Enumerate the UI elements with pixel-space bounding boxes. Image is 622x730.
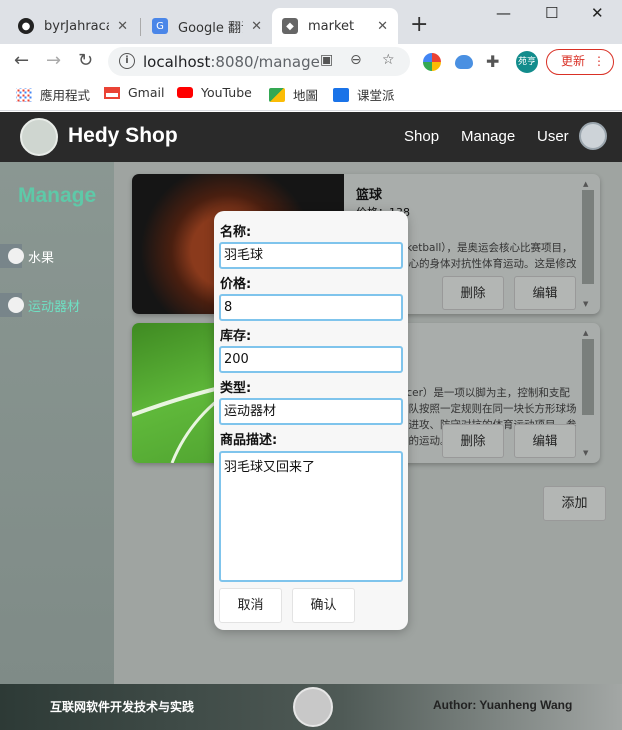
bookmark-gmail[interactable]: Gmail (104, 85, 164, 100)
product-name: 篮球 (356, 188, 383, 203)
google-translate-icon: G (152, 18, 168, 34)
type-label: 类型: (220, 381, 252, 396)
nav-shop[interactable]: Shop (404, 128, 439, 145)
sidebar: Manage 水果 运动器材 (0, 162, 114, 684)
close-tab-icon[interactable]: ✕ (251, 19, 262, 34)
minimize-icon[interactable]: — (496, 4, 511, 22)
tab-market[interactable]: ◆ market ✕ (272, 8, 398, 44)
scroll-up-icon[interactable]: ▲ (583, 329, 588, 337)
translate-icon[interactable]: ▣ (320, 52, 333, 68)
browser-tab-bar: ● byrJahracal ✕ G Google 翻译 ✕ ◆ market ✕… (0, 0, 622, 44)
scrollbar-thumb[interactable] (582, 190, 594, 284)
edit-button[interactable]: 编辑 (514, 424, 576, 458)
gmail-icon (104, 86, 120, 99)
stock-input[interactable]: 200 (219, 346, 403, 373)
scroll-up-icon[interactable]: ▲ (583, 180, 588, 188)
profile-avatar[interactable]: 苑亨 (516, 51, 538, 73)
type-input[interactable]: 运动器材 (219, 398, 403, 425)
browser-toolbar: ← → ↻ i localhost:8080/manage ▣ ⊖ ☆ ✚ 苑亨… (0, 44, 622, 78)
app-footer: 互联网软件开发技术与实践 Author: Yuanheng Wang (0, 684, 622, 730)
bookmark-apps[interactable]: 應用程式 (16, 85, 90, 104)
bookmark-star-icon[interactable]: ☆ (382, 52, 395, 68)
reload-icon[interactable]: ↻ (78, 50, 93, 72)
url-text: localhost:8080/manage (143, 53, 320, 71)
apps-grid-icon (16, 87, 32, 102)
maximize-icon[interactable]: ☐ (545, 4, 558, 22)
bookmark-maps[interactable]: 地圖 (269, 85, 318, 104)
sidebar-title: Manage (18, 184, 97, 207)
description-label: 商品描述: (220, 433, 278, 448)
scroll-down-icon[interactable]: ▼ (583, 449, 588, 457)
user-avatar-icon[interactable] (579, 122, 607, 150)
sidebar-item-sports[interactable]: 运动器材 (0, 292, 114, 318)
card-scrollbar[interactable]: ▲ ▼ (582, 329, 594, 457)
github-icon: ● (18, 18, 34, 34)
maps-icon (269, 87, 285, 102)
tab-github[interactable]: ● byrJahracal ✕ (8, 8, 138, 44)
color-extension-icon[interactable] (423, 53, 441, 71)
footer-author: Author: Yuanheng Wang (433, 698, 573, 712)
youtube-icon (177, 87, 193, 98)
delete-button[interactable]: 删除 (442, 276, 504, 310)
back-arrow-icon[interactable]: ← (14, 50, 29, 72)
close-tab-icon[interactable]: ✕ (117, 19, 128, 34)
update-button[interactable]: 更新 ⋮ (546, 49, 614, 75)
owl-logo-icon (293, 687, 333, 727)
edit-button[interactable]: 编辑 (514, 276, 576, 310)
nav-manage[interactable]: Manage (461, 128, 515, 145)
app-header: Hedy Shop Shop Manage User (0, 112, 622, 162)
price-input[interactable]: 8 (219, 294, 403, 321)
bookmark-youtube[interactable]: YouTube (177, 85, 252, 100)
scrollbar-thumb[interactable] (582, 339, 594, 415)
cloud-extension-icon[interactable] (455, 55, 473, 69)
card-scrollbar[interactable]: ▲ ▼ (582, 180, 594, 308)
scroll-down-icon[interactable]: ▼ (583, 300, 588, 308)
cancel-button[interactable]: 取消 (219, 588, 282, 623)
site-info-icon[interactable]: i (119, 53, 135, 69)
brand-title[interactable]: Hedy Shop (68, 124, 178, 148)
address-bar[interactable]: i localhost:8080/manage ▣ ⊖ ☆ (108, 47, 410, 76)
zoom-icon[interactable]: ⊖ (350, 52, 362, 68)
new-tab-button[interactable]: + (410, 12, 428, 38)
sidebar-item-fruit[interactable]: 水果 (0, 243, 114, 269)
bookmark-ketangpai[interactable]: 课堂派 (333, 85, 395, 104)
nav-user[interactable]: User (537, 128, 569, 145)
more-menu-icon: ⋮ (593, 54, 605, 68)
bookmarks-bar: 應用程式 Gmail YouTube 地圖 课堂派 (0, 78, 622, 111)
delete-button[interactable]: 删除 (442, 424, 504, 458)
name-label: 名称: (220, 225, 252, 240)
edit-product-modal: 名称: 羽毛球 价格: 8 库存: 200 类型: 运动器材 商品描述: 羽毛球… (214, 211, 408, 630)
confirm-button[interactable]: 确认 (292, 588, 355, 623)
dinosaur-logo-icon[interactable] (20, 118, 58, 156)
name-input[interactable]: 羽毛球 (219, 242, 403, 269)
cat-icon: ◆ (282, 18, 298, 34)
ketangpai-icon (333, 87, 349, 102)
apple-icon (8, 248, 24, 264)
tab-google-translate[interactable]: G Google 翻译 ✕ (142, 8, 272, 44)
close-tab-icon[interactable]: ✕ (377, 19, 388, 34)
basketball-icon (8, 297, 24, 313)
stock-label: 库存: (220, 329, 252, 344)
extensions-puzzle-icon[interactable]: ✚ (486, 51, 499, 73)
footer-course-title: 互联网软件开发技术与实践 (50, 700, 195, 714)
description-textarea[interactable]: 羽毛球又回来了 (219, 451, 403, 582)
add-product-button[interactable]: 添加 (543, 486, 606, 521)
price-label: 价格: (220, 277, 252, 292)
forward-arrow-icon[interactable]: → (46, 50, 61, 72)
close-window-icon[interactable]: ✕ (591, 4, 604, 22)
